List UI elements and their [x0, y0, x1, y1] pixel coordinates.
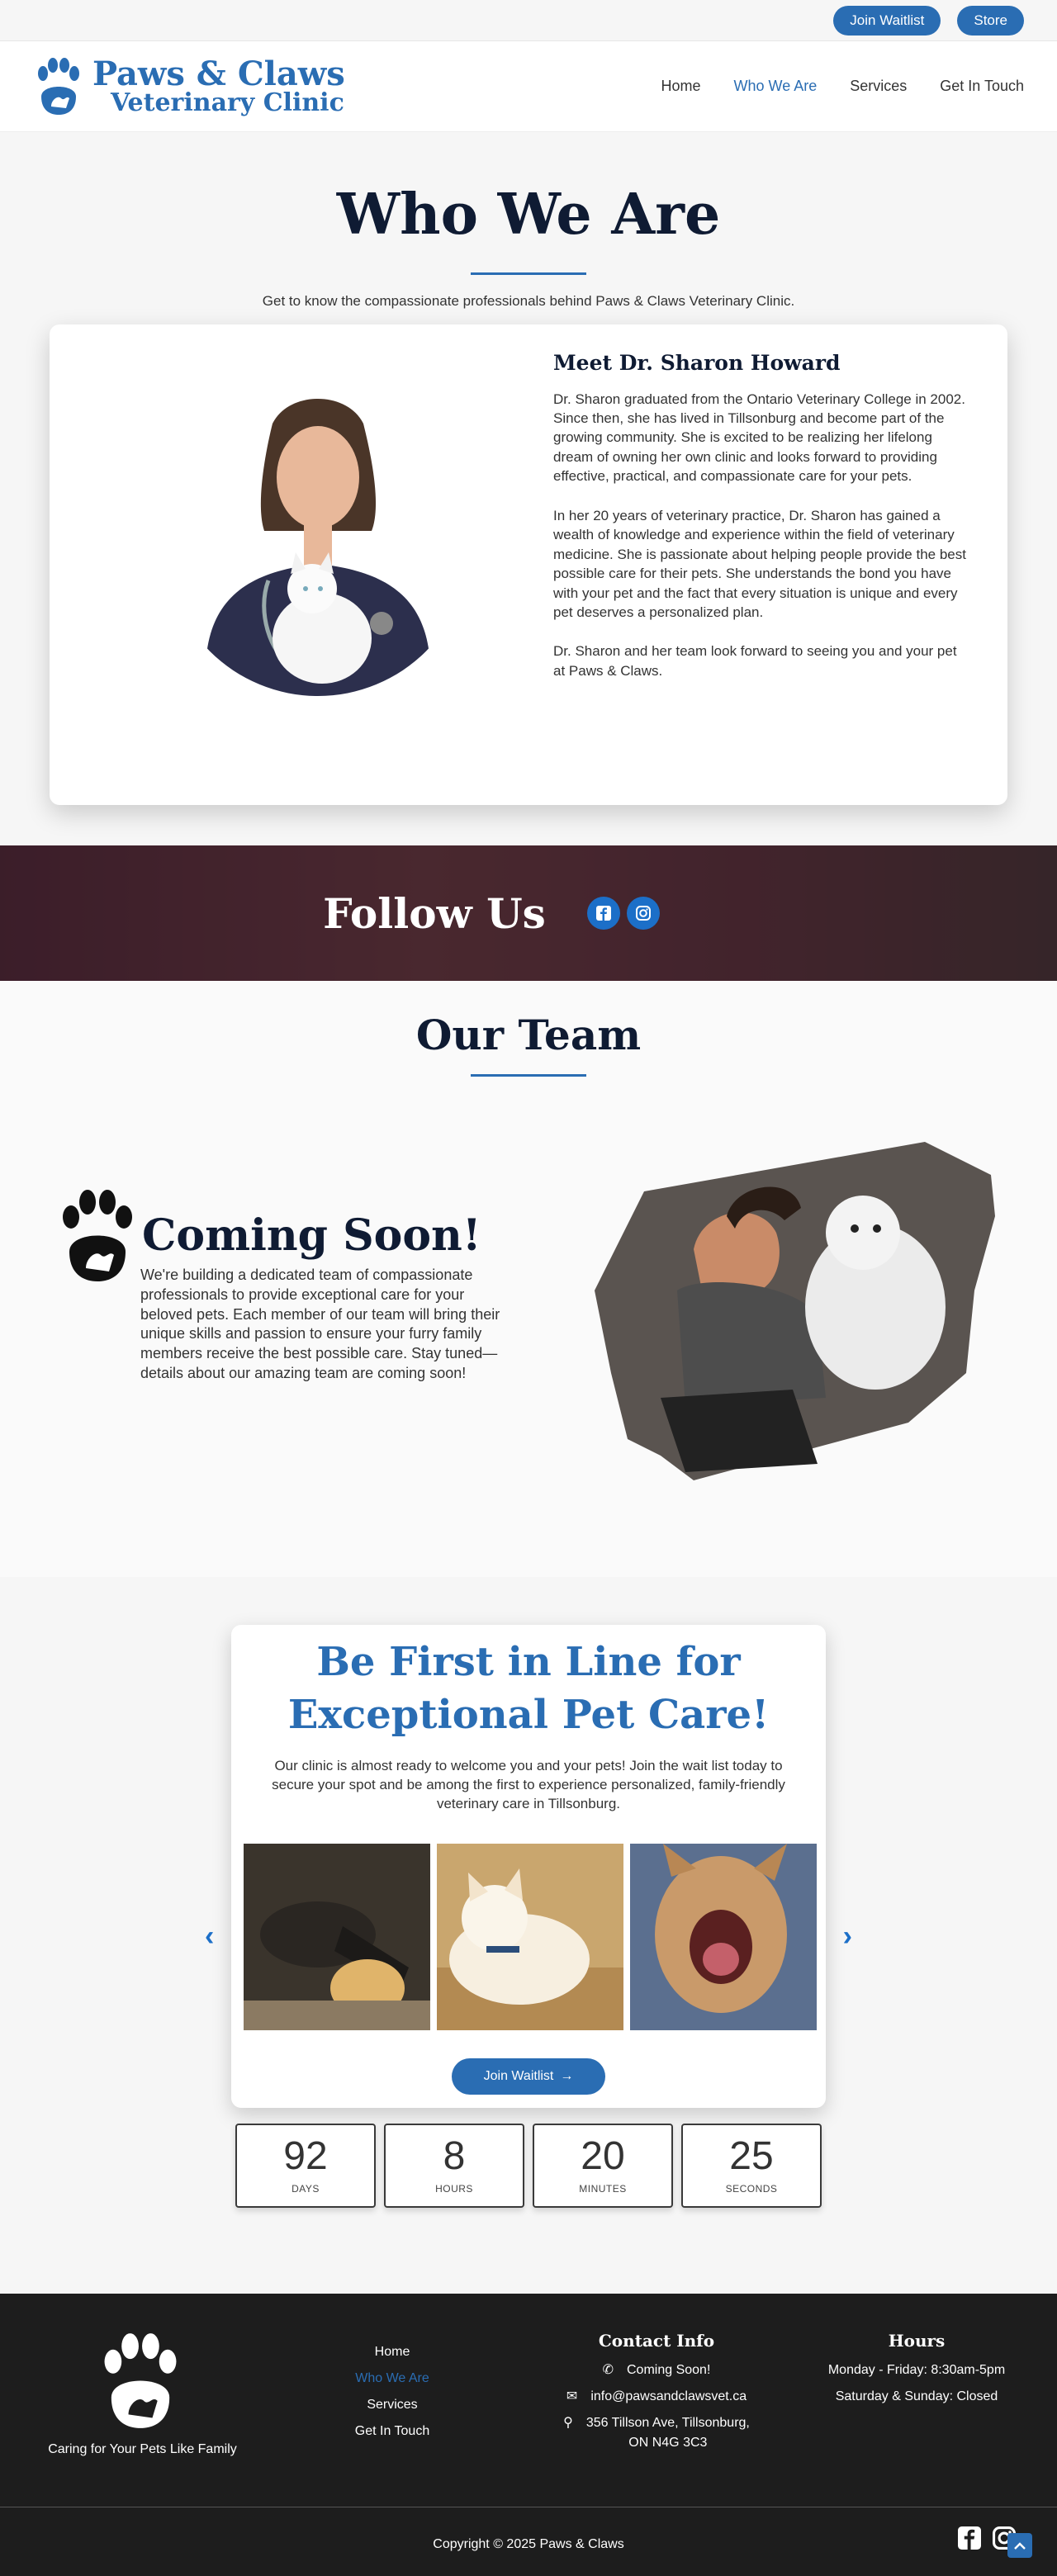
pet-gallery	[244, 1844, 817, 2030]
coming-soon-title: Coming Soon!	[142, 1210, 481, 1261]
countdown-label: SECONDS	[725, 2183, 778, 2195]
nav-services[interactable]: Services	[850, 78, 907, 95]
contact-email[interactable]: info@pawsandclawsvet.ca	[590, 2387, 747, 2407]
footer-link-services[interactable]: Services	[367, 2398, 417, 2412]
footer-tagline: Caring for Your Pets Like Family	[48, 2442, 237, 2456]
footer-nav: Home Who We Are Services Get In Touch	[330, 2339, 454, 2445]
waitlist-title: Be First in Line for Exceptional Pet Car…	[287, 1639, 770, 1738]
join-waitlist-cta-label: Join Waitlist	[483, 2069, 554, 2083]
doctor-card: Meet Dr. Sharon Howard Dr. Sharon gradua…	[50, 324, 1007, 805]
team-member-with-dog-image	[595, 1142, 995, 1480]
our-team-section: Our Team Coming Soon! We're building a d…	[0, 981, 1057, 1577]
paw-icon	[63, 1190, 132, 1281]
gallery-image-kitten[interactable]	[437, 1844, 623, 2030]
contact-title: Contact Info	[598, 2331, 715, 2351]
location-pin-icon: ⚲	[563, 2416, 573, 2430]
waitlist-section: Be First in Line for Exceptional Pet Car…	[0, 1577, 1057, 2294]
phone-icon: ✆	[602, 2363, 614, 2377]
address-line-2: ON N4G 3C3	[628, 2436, 708, 2450]
countdown-label: DAYS	[292, 2183, 320, 2195]
coming-soon-text: We're building a dedicated team of compa…	[140, 1267, 500, 1381]
hours-weekend: Saturday & Sunday: Closed	[835, 2389, 998, 2403]
team-title-divider	[471, 1074, 586, 1077]
countdown-minutes: 20 MINUTES	[533, 2124, 673, 2208]
contact-address: 356 Tillson Ave, Tillsonburg, ON N4G 3C3	[586, 2413, 750, 2453]
countdown-label: HOURS	[435, 2183, 473, 2195]
nav-home[interactable]: Home	[661, 78, 701, 95]
doctor-portrait-image	[165, 391, 471, 696]
footer-link-home[interactable]: Home	[375, 2345, 410, 2359]
bio-paragraph-1: Dr. Sharon graduated from the Ontario Ve…	[553, 391, 965, 485]
nav-who-we-are[interactable]: Who We Are	[734, 78, 818, 95]
countdown-days: 92 DAYS	[235, 2124, 376, 2208]
main-nav: Home Who We Are Services Get In Touch	[661, 78, 1025, 95]
site-footer: Caring for Your Pets Like Family Home Wh…	[0, 2294, 1057, 2576]
footer-contact: Contact Info ✆ Coming Soon! ✉ info@pawsa…	[537, 2331, 776, 2460]
countdown-seconds: 25 SECONDS	[681, 2124, 822, 2208]
footer-facebook-icon[interactable]	[958, 2526, 981, 2554]
page-title: Who We Are	[336, 182, 721, 248]
contact-phone: Coming Soon!	[627, 2363, 711, 2377]
countdown-value: 92	[283, 2134, 328, 2178]
carousel-next-icon[interactable]: ›	[843, 1920, 852, 1953]
arrow-right-icon: →	[560, 2069, 574, 2083]
join-waitlist-button[interactable]: Join Waitlist	[833, 5, 941, 36]
follow-us-title: Follow Us	[323, 888, 546, 938]
logo-line-2: Veterinary Clinic	[111, 88, 344, 117]
doctor-heading: Meet Dr. Sharon Howard	[553, 351, 841, 375]
countdown-value: 20	[581, 2134, 625, 2178]
team-title: Our Team	[415, 1011, 642, 1059]
countdown-value: 8	[443, 2134, 466, 2178]
logo-line-1: Paws & Claws	[92, 54, 345, 93]
paw-logo-icon	[38, 57, 79, 115]
footer-hours: Hours Monday - Friday: 8:30am-5pm Saturd…	[801, 2331, 1032, 2410]
store-button[interactable]: Store	[957, 5, 1024, 36]
join-waitlist-cta-button[interactable]: Join Waitlist →	[452, 2058, 605, 2095]
countdown-value: 25	[729, 2134, 774, 2178]
social-links	[586, 897, 660, 930]
site-header: Paws & Claws Veterinary Clinic Home Who …	[0, 41, 1057, 132]
gallery-image-yawning-cat[interactable]	[630, 1844, 817, 2030]
who-we-are-section: Who We Are Get to know the compassionate…	[0, 132, 1057, 845]
carousel-prev-icon[interactable]: ‹	[205, 1920, 214, 1953]
address-line-1: 356 Tillson Ave, Tillsonburg,	[585, 2416, 750, 2430]
nav-get-in-touch[interactable]: Get In Touch	[940, 78, 1024, 95]
countdown-hours: 8 HOURS	[384, 2124, 524, 2208]
scroll-to-top-icon[interactable]	[1007, 2533, 1032, 2558]
email-icon: ✉	[566, 2389, 578, 2403]
instagram-icon[interactable]	[626, 897, 660, 930]
footer-link-who-we-are[interactable]: Who We Are	[355, 2371, 429, 2385]
hours-weekday: Monday - Friday: 8:30am-5pm	[827, 2363, 1006, 2377]
site-logo[interactable]: Paws & Claws Veterinary Clinic	[33, 57, 345, 116]
page-subtitle: Get to know the compassionate profession…	[262, 293, 795, 309]
copyright: Copyright © 2025 Paws & Claws	[433, 2537, 624, 2551]
footer-link-get-in-touch[interactable]: Get In Touch	[355, 2424, 429, 2438]
hours-title: Hours	[888, 2331, 946, 2351]
waitlist-card: Be First in Line for Exceptional Pet Car…	[205, 1625, 852, 2108]
facebook-icon[interactable]	[586, 897, 620, 930]
countdown-label: MINUTES	[579, 2183, 627, 2195]
footer-paw-logo-icon[interactable]	[99, 2331, 182, 2430]
waitlist-description: Our clinic is almost ready to welcome yo…	[272, 1757, 785, 1811]
title-divider	[471, 272, 586, 275]
countdown-timer: 92 DAYS 8 HOURS 20 MINUTES 25 SECONDS	[235, 2124, 822, 2208]
bio-paragraph-3: Dr. Sharon and her team look forward to …	[553, 643, 957, 679]
gallery-image-greyhound[interactable]	[244, 1844, 430, 2030]
top-bar: Join Waitlist Store	[0, 0, 1057, 41]
bio-paragraph-2: In her 20 years of veterinary practice, …	[553, 507, 966, 621]
follow-us-banner: Follow Us	[0, 845, 1057, 981]
